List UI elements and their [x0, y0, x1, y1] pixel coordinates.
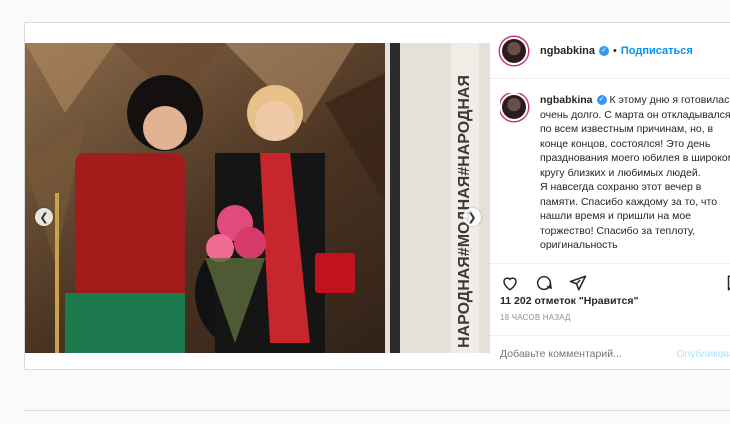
verified-badge-icon: ✓	[599, 45, 610, 56]
carousel-next-button[interactable]: ❯	[463, 208, 481, 226]
follow-button[interactable]: Подписаться	[621, 45, 693, 57]
post-card: НАРОДНАЯ#МОДНАЯ#НАРОДНАЯ ❮ ❯ ngbabk	[24, 22, 730, 370]
action-bar	[490, 263, 730, 293]
chevron-right-icon: ❯	[467, 211, 477, 224]
post-header: ngbabkina ✓ • Подписаться	[490, 23, 730, 79]
caption-username[interactable]: ngbabkina	[540, 94, 593, 106]
like-button[interactable]	[500, 273, 520, 293]
post-photo[interactable]: НАРОДНАЯ#МОДНАЯ#НАРОДНАЯ ❮ ❯	[25, 43, 490, 353]
carousel-prev-button[interactable]: ❮	[35, 208, 53, 226]
post-sidebar: ngbabkina ✓ • Подписаться ngbabkina ✓ К э…	[490, 23, 730, 371]
verified-badge-icon: ✓	[596, 95, 607, 106]
comment-form: Опубликовать	[490, 335, 730, 371]
heart-icon	[503, 276, 517, 291]
publish-button[interactable]: Опубликовать	[676, 348, 730, 360]
save-button[interactable]	[723, 273, 730, 293]
comment-input[interactable]	[500, 347, 660, 360]
chevron-left-icon: ❮	[39, 211, 49, 224]
share-icon	[569, 275, 587, 290]
comment-button[interactable]	[534, 273, 554, 293]
bookmark-icon	[727, 275, 730, 290]
separator: •	[613, 44, 617, 57]
photo-image: НАРОДНАЯ#МОДНАЯ#НАРОДНАЯ	[25, 43, 490, 353]
caption-text-block: ngbabkina ✓ К этому дню я готовилась очен…	[540, 93, 730, 253]
caption-avatar[interactable]	[500, 93, 528, 121]
avatar[interactable]	[500, 36, 528, 65]
likes-count[interactable]: 11 202 отметок "Нравится"	[500, 295, 638, 307]
caption: ngbabkina ✓ К этому дню я готовилась очен…	[500, 93, 730, 253]
divider	[24, 410, 730, 411]
username[interactable]: ngbabkina	[540, 45, 595, 57]
caption-text: К этому дню я готовилась очень долго. С …	[540, 94, 730, 251]
comment-icon	[536, 275, 552, 290]
share-button[interactable]	[568, 273, 588, 293]
post-time[interactable]: 18 ЧАСОВ НАЗАД	[500, 313, 571, 322]
